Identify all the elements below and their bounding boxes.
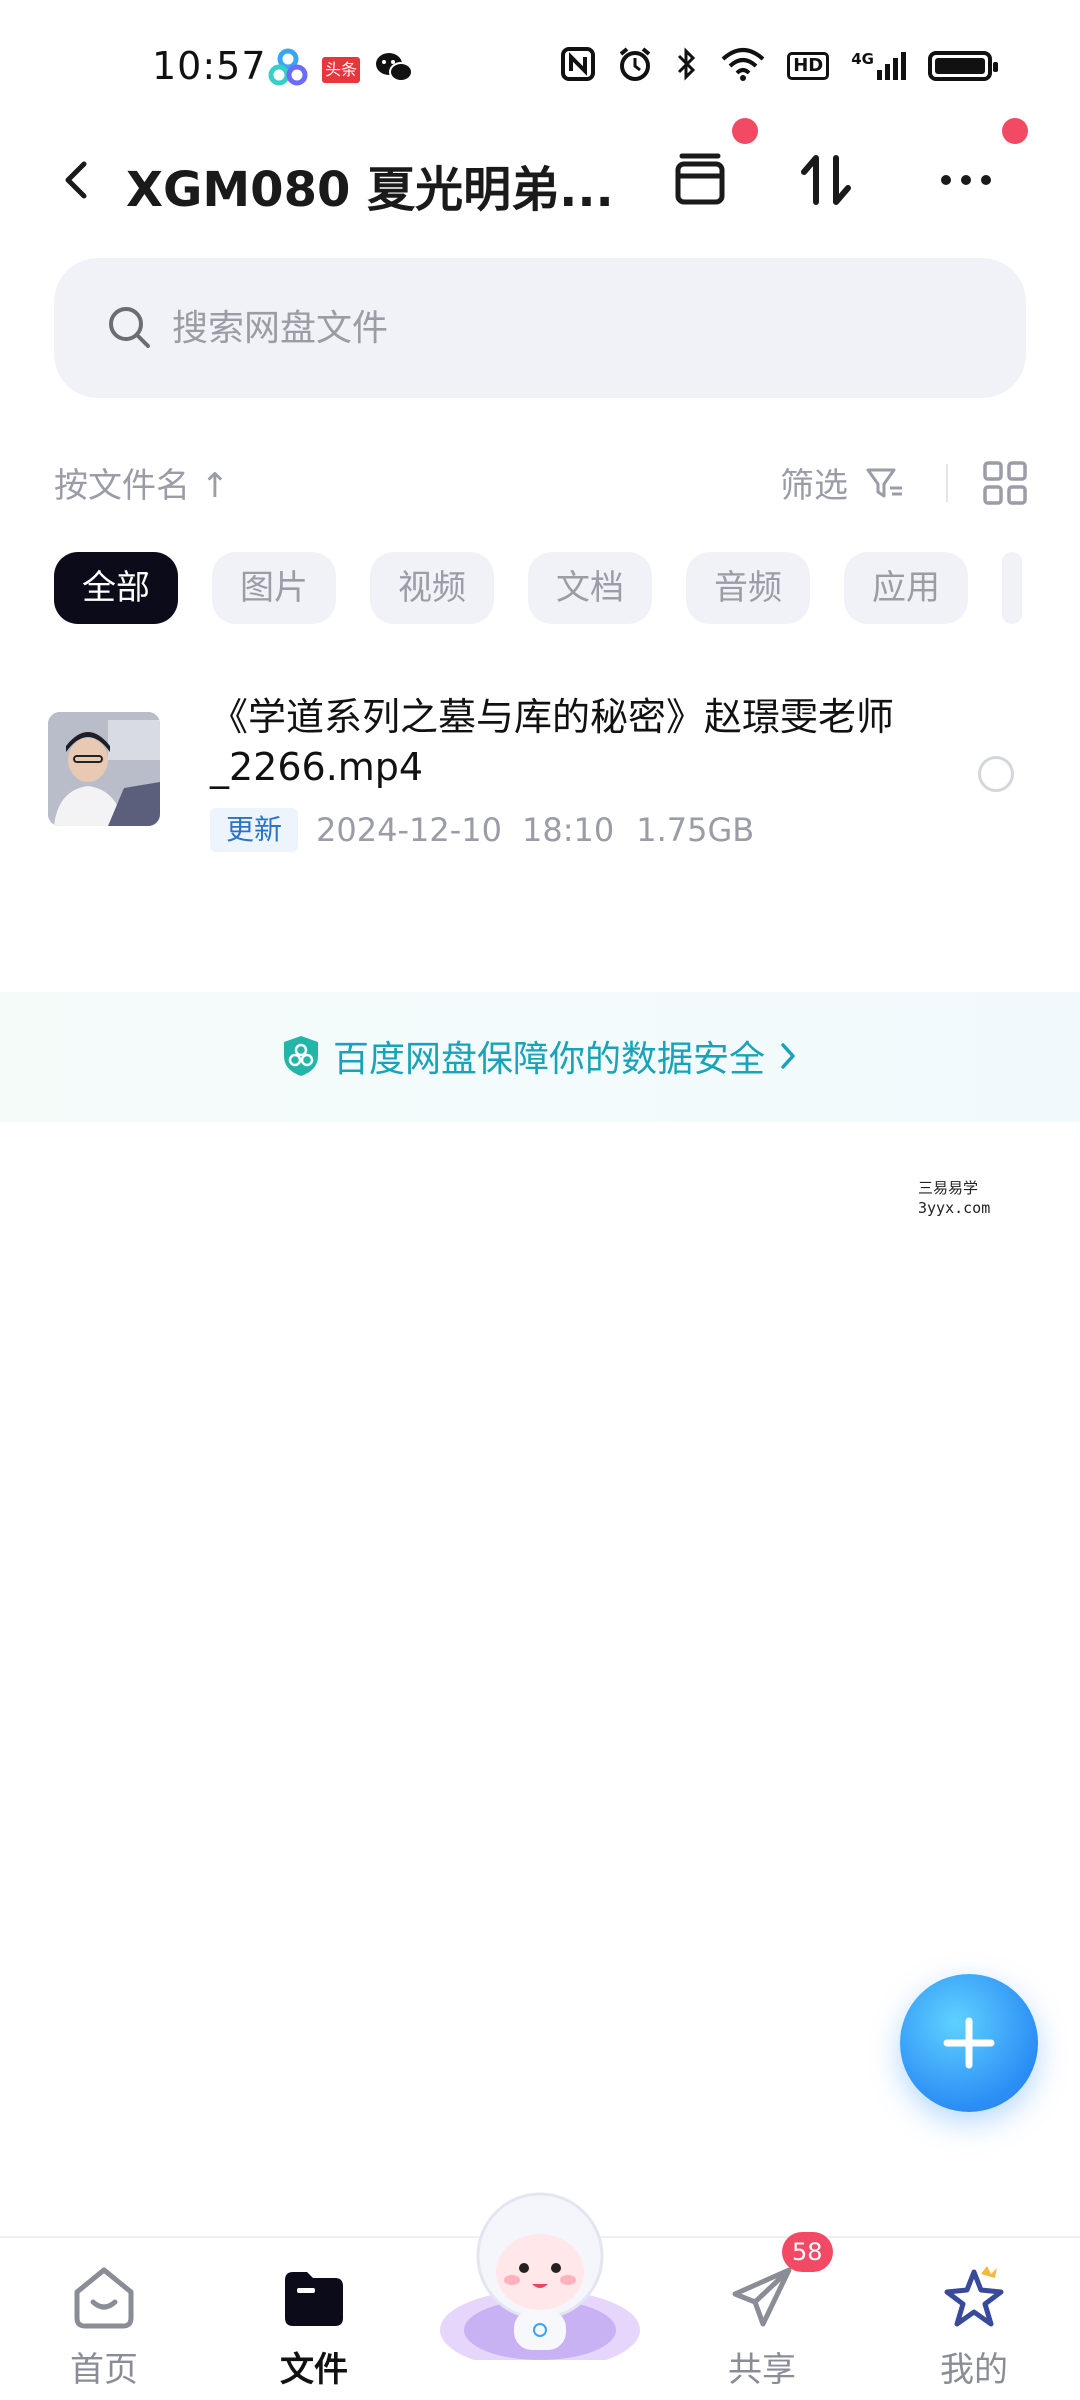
bluetooth-icon (675, 46, 699, 86)
grid-view-icon[interactable] (982, 460, 1028, 506)
page-title: XGM080 夏光明弟... (126, 162, 614, 218)
file-date: 2024-12-10 (316, 811, 502, 849)
share-count-badge: 58 (782, 2232, 833, 2272)
tab-apps[interactable]: 应用 (844, 552, 968, 624)
tab-videos[interactable]: 视频 (370, 552, 494, 624)
status-bar: 10:57 头条 HD 4G (0, 0, 1080, 120)
archive-notification-dot (732, 118, 758, 144)
archive-button[interactable] (664, 144, 736, 216)
more-button[interactable] (930, 144, 1002, 216)
status-app-icons: 头条 (268, 48, 414, 92)
nav-files[interactable]: 文件 (254, 2262, 374, 2392)
transfer-button[interactable] (790, 144, 862, 216)
back-icon (65, 161, 87, 199)
folder-icon (285, 2272, 343, 2326)
video-thumbnail (48, 712, 160, 826)
tab-documents[interactable]: 文档 (528, 552, 652, 624)
tab-audio[interactable]: 音频 (686, 552, 810, 624)
filter-icon[interactable] (864, 464, 904, 504)
chevron-right-icon (781, 1043, 795, 1069)
sort-by-name-button[interactable]: 按文件名 ↑ (54, 458, 229, 507)
signal-4g-icon: 4G (851, 52, 906, 80)
nav-home[interactable]: 首页 (44, 2262, 164, 2392)
select-radio[interactable] (978, 756, 1014, 792)
tab-images[interactable]: 图片 (212, 552, 336, 624)
list-item[interactable]: 《学道系列之墓与库的秘密》赵璟雯老师_2266.mp4 更新 2024-12-1… (0, 680, 1080, 870)
battery-icon (928, 51, 998, 81)
search-icon (109, 307, 150, 348)
add-button[interactable] (900, 1974, 1038, 2112)
home-icon (74, 2267, 134, 2329)
share-icon (732, 2267, 792, 2327)
archive-icon (675, 153, 725, 205)
nav-mascot[interactable] (430, 2180, 650, 2370)
transfer-icon (801, 155, 851, 205)
divider (946, 464, 948, 502)
more-icon (941, 175, 991, 185)
baidu-netdisk-icon (268, 48, 308, 92)
tab-all[interactable]: 全部 (54, 552, 178, 624)
security-banner[interactable]: 百度网盘保障你的数据安全 (0, 992, 1080, 1122)
status-system-icons: HD 4G (561, 46, 998, 86)
file-size: 1.75GB (636, 811, 755, 849)
file-name: 《学道系列之墓与库的秘密》赵璟雯老师_2266.mp4 (210, 695, 895, 789)
search-bar[interactable] (54, 258, 1026, 398)
hd-icon: HD (787, 52, 830, 80)
shield-icon (283, 1036, 318, 1076)
nav-share[interactable]: 共享 (702, 2262, 822, 2392)
category-tabs: 全部 图片 视频 文档 音频 应用 (54, 552, 1080, 624)
more-notification-dot (1002, 118, 1028, 144)
nav-profile[interactable]: 我的 (914, 2262, 1034, 2392)
plus-icon (943, 2017, 995, 2069)
mascot-icon (440, 2192, 640, 2370)
toutiao-icon: 头条 (322, 57, 361, 83)
status-time: 10:57 (152, 44, 267, 88)
wifi-icon (721, 47, 765, 85)
tab-more-partial[interactable] (1002, 552, 1022, 624)
filter-label[interactable]: 筛选 (780, 458, 848, 507)
file-time: 18:10 (521, 811, 615, 849)
watermark: 三易易学 3yyx.com (918, 1179, 991, 1217)
profile-icon (944, 2266, 1004, 2327)
update-tag: 更新 (210, 808, 299, 852)
header: XGM080 夏光明弟... (0, 118, 1080, 230)
search-input[interactable] (172, 298, 952, 358)
nfc-icon (561, 47, 596, 85)
file-meta: 更新 2024-12-10 18:10 1.75GB (210, 808, 754, 852)
security-banner-text: 百度网盘保障你的数据安全 (332, 1039, 765, 1080)
wechat-icon (374, 50, 414, 90)
back-button[interactable] (50, 152, 106, 208)
alarm-icon (617, 46, 653, 86)
sort-filter-row: 按文件名 ↑ 筛选 (0, 450, 1080, 514)
